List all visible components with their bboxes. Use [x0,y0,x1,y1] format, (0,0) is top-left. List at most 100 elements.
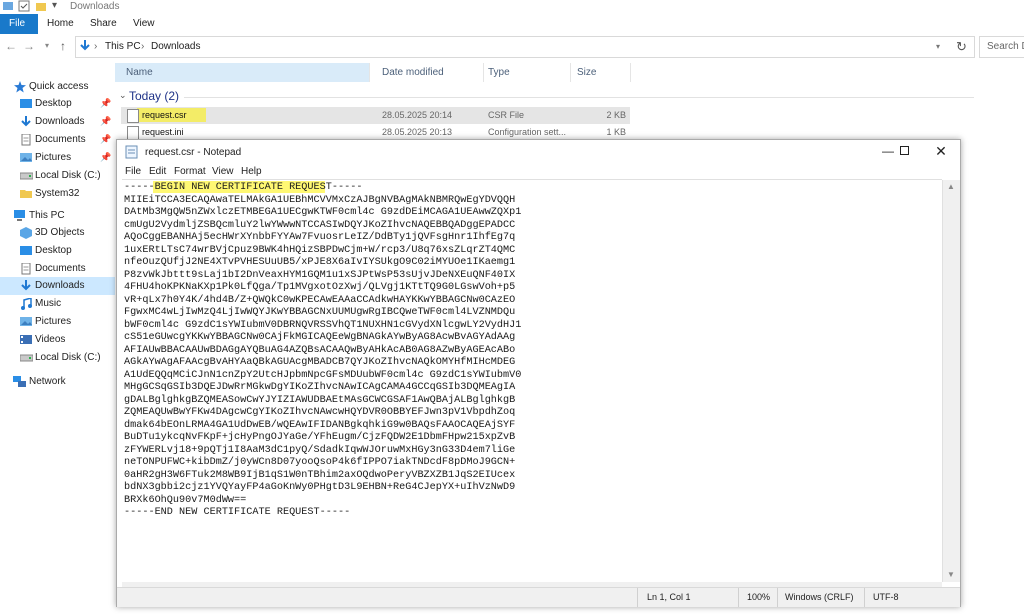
refresh-icon[interactable]: ↻ [956,39,967,55]
recent-locations-icon[interactable]: ▾ [40,39,54,53]
window-title: Downloads [70,1,120,12]
text-line: nfeOuzQUfjJ2NE4XTvPVHESUuUB5/xPJE8X6aIvI… [124,257,516,268]
pin-icon[interactable]: 📌 [100,134,111,145]
nav-network[interactable]: Network [0,373,115,391]
tab-view[interactable]: View [124,14,164,34]
nav-3d-objects[interactable]: 3D Objects [0,224,115,242]
text-line: FgwxMC4wLjIwMzQ4LjIwWQYJKwYBBAGCNxUUMUgw… [124,307,516,318]
pin-icon[interactable]: 📌 [100,152,111,163]
customize-quick-access-icon[interactable]: ▾ [52,0,57,12]
menu-format[interactable]: Format [174,166,206,177]
nav-downloads[interactable]: Downloads [0,277,115,295]
menu-edit[interactable]: Edit [149,166,166,177]
text-line: zFYWERLvj18+9pQTj1I8AaM3dC1pyQ/SdadkIqwW… [124,444,516,456]
encoding: UTF-8 [873,592,899,602]
documents-folder-icon [20,262,32,275]
downloads-folder-icon [20,116,32,127]
breadcrumb-downloads[interactable]: Downloads [151,41,200,52]
downloads-arrow-icon [79,39,91,56]
column-divider[interactable] [369,63,370,82]
nav-music[interactable]: Music [0,295,115,313]
pin-icon[interactable]: 📌 [100,98,111,109]
drive-icon [19,352,34,363]
text-line: neTONPUFWC+kibDmZ/j0yWCn8D07yooQsoP4k6fI… [124,457,516,468]
explorer-titlebar: ▾ Downloads [0,0,1024,14]
notepad-titlebar[interactable]: request.csr - Notepad — ✕ [117,140,960,164]
forward-arrow-icon[interactable]: → [22,39,36,53]
nav-videos[interactable]: Videos [0,331,115,349]
text-line: ZQMEAQUwBwYFKw4DAgcwCgYIKoZIhvcNAwcwHQYD… [124,407,516,418]
quick-access-icon[interactable] [2,0,14,12]
text-line: AGkAYwAgAFAAcgBvAHYAaQBkAGUAcgMBADCB7QYJ… [124,357,516,368]
column-divider[interactable] [630,63,631,82]
zoom-level: 100% [747,592,771,602]
nav-desktop-pinned[interactable]: Desktop 📌 [0,95,115,113]
column-size[interactable]: Size [577,67,596,78]
search-box[interactable]: Search Do [979,36,1024,58]
nav-documents-pinned[interactable]: Documents 📌 [0,131,115,149]
nav-pictures[interactable]: Pictures [0,313,115,331]
star-icon [14,81,26,93]
desktop-folder-icon [20,98,32,109]
file-size: 2 KB [606,110,626,120]
vertical-scrollbar[interactable]: ▲ ▼ [942,180,960,582]
collapse-group-icon[interactable]: ⌄ [119,90,127,101]
file-row[interactable]: request.csr 28.05.2025 20:14 CSR File 2 … [121,107,630,124]
music-icon [20,297,32,310]
tab-home[interactable]: Home [38,14,83,34]
notepad-statusbar: Ln 1, Col 1 100% Windows (CRLF) UTF-8 [117,587,960,607]
text-line: vR+qLx7h0Y4K/4hd4B/Z+QWQkC0wKPECAwEAAaCC… [124,294,516,306]
text-line: DAtMb3MgQW5nZWxlczETMBEGA1UECgwKTWF0cml4… [124,207,522,218]
new-folder-icon[interactable] [35,0,47,12]
nav-downloads-pinned[interactable]: Downloads 📌 [0,113,115,131]
address-dropdown-icon[interactable]: ▾ [936,42,940,51]
nav-quick-access[interactable]: Quick access [0,78,115,96]
close-icon[interactable]: ✕ [928,143,954,160]
search-placeholder: Search Do [987,41,1024,52]
text-line: P8zvWkJbttt9sLaj1bI2DnVeaxHYM1GQM1u1xSJP… [124,269,516,281]
file-date: 28.05.2025 20:14 [382,110,453,120]
nav-documents[interactable]: Documents [0,260,115,278]
network-icon [13,376,26,387]
text-line: gDALBglghkgBZQMEASowCwYJYIZIAWUDBAEtMAsG… [124,394,516,406]
menu-file[interactable]: File [125,166,141,177]
nav-local-disk[interactable]: Local Disk (C:) [0,349,115,367]
pictures-folder-icon [20,152,32,163]
nav-pictures-pinned[interactable]: Pictures 📌 [0,149,115,167]
column-name[interactable]: Name [115,63,369,82]
back-arrow-icon[interactable]: ← [4,39,18,53]
nav-this-pc[interactable]: This PC [0,207,115,225]
notepad-text-area[interactable]: -----BEGIN NEW CERTIFICATE REQUEST----- M… [122,179,942,583]
text-line: cS51eGUwcgYKKwYBBAGCNw0CAjFkMGICAQEeWgBN… [124,332,516,343]
column-date-modified[interactable]: Date modified [382,67,444,78]
status-divider [738,588,739,607]
maximize-icon[interactable] [892,143,918,160]
text-line: BuDTu1ykcqNvFKpF+jcHyPngOJYaGe/YFhEugm/C… [124,432,516,443]
menu-help[interactable]: Help [241,166,262,177]
tab-share[interactable]: Share [81,14,126,34]
breadcrumb-this-pc[interactable]: This PC [105,41,141,52]
nav-system32[interactable]: System32 [0,185,115,203]
folder-icon [20,188,32,199]
tab-file[interactable]: File [0,14,38,34]
up-arrow-icon[interactable]: ↑ [56,39,70,53]
nav-local-disk-quick[interactable]: Local Disk (C:) [0,167,115,185]
group-divider [184,97,974,98]
scroll-up-icon[interactable]: ▲ [947,182,955,191]
nav-desktop[interactable]: Desktop [0,242,115,260]
column-type[interactable]: Type [488,67,510,78]
properties-icon[interactable] [18,0,30,12]
column-divider[interactable] [483,63,484,82]
menu-view[interactable]: View [212,166,234,177]
navigation-pane: Quick access Desktop 📌 Downloads 📌 Docum… [0,66,115,614]
column-headers: Name Date modified Type Size [115,63,1024,82]
settings-file-icon [127,126,139,140]
pin-icon[interactable]: 📌 [100,116,111,127]
address-bar[interactable]: › This PC › Downloads ▾ ↻ [75,36,975,58]
column-divider[interactable] [570,63,571,82]
group-header[interactable]: Today (2) [129,89,179,103]
drive-icon [19,170,34,181]
text-line: AFIAUwBBACAAUwBDAGgAYQBuAG4AZQBsACAAQwBy… [124,344,516,356]
file-date: 28.05.2025 20:13 [382,127,453,137]
scroll-down-icon[interactable]: ▼ [947,570,955,579]
